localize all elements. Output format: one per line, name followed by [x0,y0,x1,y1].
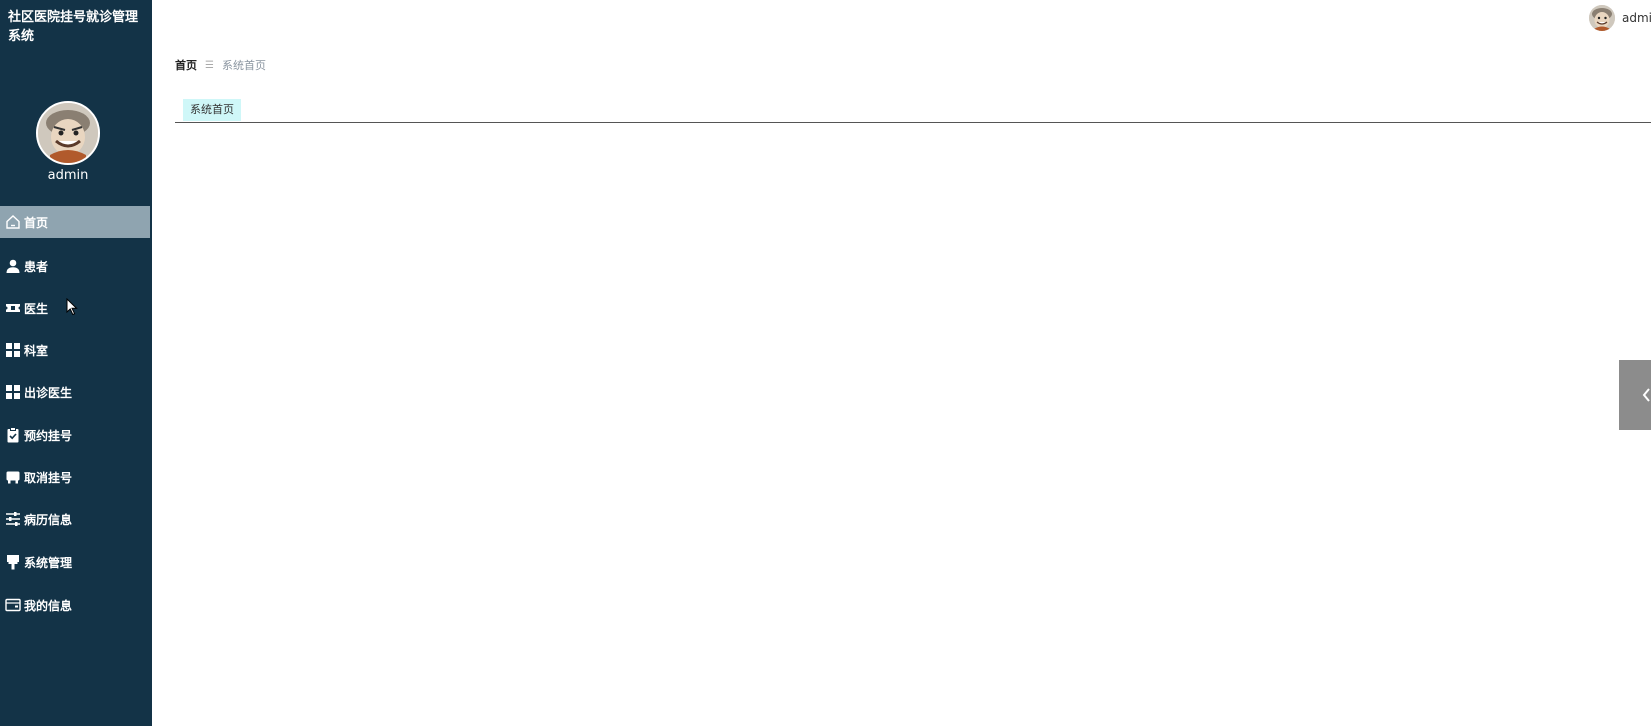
sidebar-item-label: 系统管理 [24,555,73,570]
mouse-cursor-icon [66,298,78,316]
sidebar-item-label: 出诊医生 [24,385,73,400]
sidebar-item-patients[interactable]: 患者 [0,250,150,282]
user-avatar[interactable] [1589,5,1615,31]
sidebar-item-duty-doctors[interactable]: 出诊医生 [0,376,150,408]
sidebar-item-home[interactable]: 首页 [0,206,150,238]
grid-icon [5,342,21,358]
sliders-icon [5,511,21,527]
sidebar-item-label: 科室 [24,343,49,358]
sidebar-item-departments[interactable]: 科室 [0,334,150,366]
sidebar-item-appointment[interactable]: 预约挂号 [0,419,150,451]
tab-system-home[interactable]: 系统首页 [183,99,241,121]
breadcrumb-current: 系统首页 [221,59,266,72]
person-icon [5,258,21,274]
collapse-handle[interactable] [1619,360,1651,430]
wallet-icon [5,597,21,613]
sidebar-item-cancel-appointment[interactable]: 取消挂号 [0,461,150,493]
sidebar-item-label: 取消挂号 [24,470,73,485]
sidebar-item-label: 医生 [24,301,49,316]
avatar[interactable] [36,101,100,165]
sidebar: 社区医院挂号就诊管理系统 admin 首页 患者 医生 科室 出诊医生 预约挂号… [0,0,152,726]
tab-divider [175,122,1651,123]
sidebar-username: admin [47,168,89,183]
top-username[interactable]: admi [1622,11,1651,25]
sidebar-item-label: 病历信息 [24,512,73,527]
breadcrumb-separator-icon: ☰ [205,59,214,71]
sidebar-item-label: 患者 [24,259,49,274]
chevron-left-icon [1642,388,1650,402]
sidebar-item-label: 我的信息 [24,598,73,613]
sidebar-item-medical-records[interactable]: 病历信息 [0,503,150,535]
sidebar-item-my-info[interactable]: 我的信息 [0,589,150,621]
breadcrumb-home[interactable]: 首页 [175,57,197,73]
sidebar-item-label: 首页 [24,215,49,230]
sidebar-item-system-admin[interactable]: 系统管理 [0,546,150,578]
brush-icon [5,554,21,570]
app-title: 社区医院挂号就诊管理系统 [8,10,139,44]
clipboard-check-icon [5,427,21,443]
ticket-icon [5,300,21,316]
sidebar-item-label: 预约挂号 [24,428,73,443]
breadcrumb: 首页 ☰ 系统首页 [175,57,266,73]
tray-icon [5,469,21,485]
home-icon [5,214,21,230]
grid-icon [5,384,21,400]
